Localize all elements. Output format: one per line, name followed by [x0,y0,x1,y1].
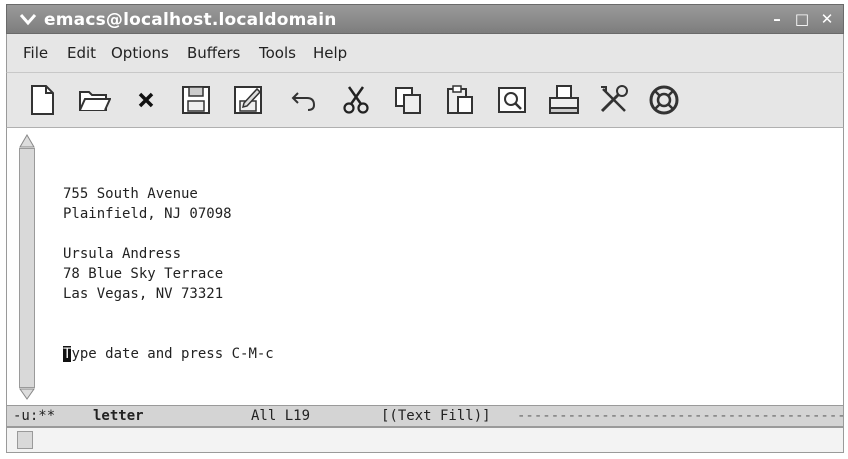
modeline-status: -u:** [13,408,56,424]
menu-buffers[interactable]: Buffers [187,44,240,62]
buffer-line [63,224,274,244]
menu-tools[interactable]: Tools [259,44,296,62]
close-window-icon[interactable]: ✕ [817,9,837,29]
menu-file[interactable]: File [23,44,48,62]
tools-icon[interactable] [597,83,631,117]
scroll-up-arrow-icon[interactable] [19,134,35,148]
maximize-icon[interactable]: □ [792,9,812,29]
buffer-line [63,324,274,344]
buffer-line: 755 South Avenue [63,186,198,202]
modeline-buffer-name: letter [93,408,144,424]
new-file-icon[interactable] [25,83,59,117]
search-icon[interactable] [495,83,529,117]
minimize-icon[interactable]: – [767,9,787,29]
vertical-scrollbar[interactable] [17,134,39,400]
editor-area[interactable]: 755 South Avenue Plainfield, NJ 07098 Urs… [6,128,844,405]
modeline-fill: ----------------------------------------… [517,408,844,424]
minibuffer-scrollbar[interactable] [17,431,33,449]
modeline-mode[interactable]: [(Text Fill)] [381,408,491,424]
scroll-down-arrow-icon[interactable] [19,388,35,400]
cut-icon[interactable] [339,83,373,117]
save-as-icon[interactable] [231,83,265,117]
menu-help[interactable]: Help [313,44,347,62]
window-title: emacs@localhost.localdomain [44,10,337,30]
paste-icon[interactable] [443,83,477,117]
open-folder-icon[interactable] [77,83,111,117]
close-icon[interactable] [129,83,163,117]
title-bar: emacs@localhost.localdomain – □ ✕ [6,4,844,34]
mode-line: -u:** letter All L19 [(Text Fill)] -----… [6,405,844,427]
scrollbar-thumb[interactable] [19,148,35,388]
prompt-text: ype date and press C-M-c [71,346,274,362]
help-lifebuoy-icon[interactable] [647,83,681,117]
menu-bar: File Edit Options Buffers Tools Help [6,34,844,72]
buffer-line [63,304,274,324]
print-icon[interactable] [547,83,581,117]
toolbar [6,72,844,128]
save-icon[interactable] [179,83,213,117]
prompt-line: Type date and press C-M-c [63,344,274,364]
undo-icon[interactable] [287,83,321,117]
buffer-line: Plainfield, NJ 07098 [63,206,232,222]
minibuffer[interactable] [6,427,844,453]
buffer-line: 78 Blue Sky Terrace [63,266,224,282]
window-menu-chevron-icon[interactable] [19,11,37,27]
menu-edit[interactable]: Edit [67,44,96,62]
buffer-text[interactable]: 755 South Avenue Plainfield, NJ 07098 Urs… [63,184,274,364]
buffer-line: Las Vegas, NV 73321 [63,286,224,302]
copy-icon[interactable] [391,83,425,117]
modeline-position: All L19 [251,408,311,424]
buffer-line: Ursula Andress [63,246,182,262]
menu-options[interactable]: Options [111,44,169,62]
